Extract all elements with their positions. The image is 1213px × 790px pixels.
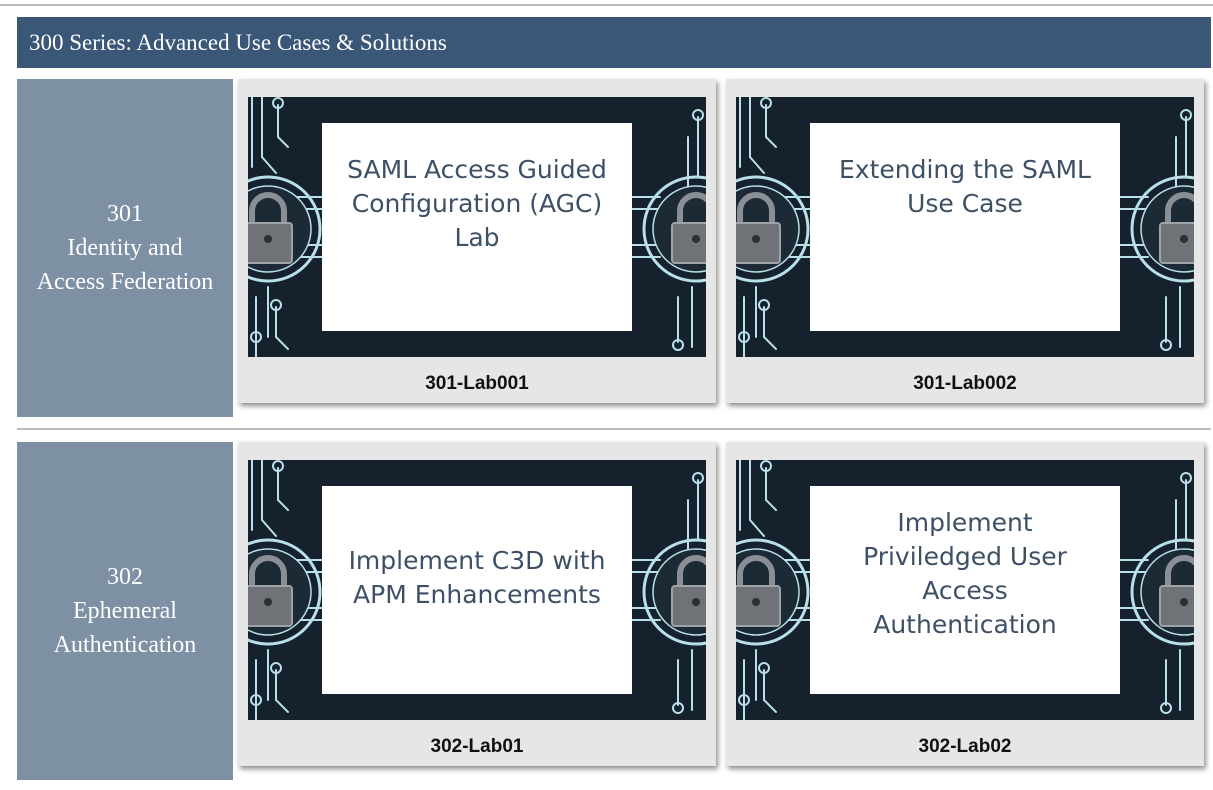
slide-title-line: Priviledged User (863, 542, 1067, 571)
circuit-trace (749, 460, 765, 537)
lab-caption-link[interactable]: 302-Lab02 (726, 736, 1204, 758)
slide-title-line: Use Case (907, 189, 1023, 218)
slide-title-line: Configuration (AGC) (351, 189, 603, 218)
circuit-trace (277, 467, 289, 511)
padlock-icon (642, 175, 706, 283)
circuit-trace (261, 97, 277, 174)
slide-title: SAML Access Guided Configuration (AGC) L… (322, 123, 632, 331)
course-name-line2: Access Federation (36, 269, 214, 295)
padlock-icon (1130, 538, 1194, 646)
circuit-trace (275, 306, 289, 350)
lab-thumbnail[interactable]: SAML Access Guided Configuration (AGC) L… (248, 97, 706, 357)
circuit-trace (749, 97, 765, 174)
lab-caption-link[interactable]: 302-Lab01 (238, 736, 716, 758)
course-name-line1: Ephemeral (73, 598, 177, 624)
padlock-icon (1130, 175, 1194, 283)
course-row-301: 301 Identity and Access Federation SAML … (17, 79, 1211, 417)
padlock-icon (736, 175, 810, 283)
lab-card-301-lab001[interactable]: SAML Access Guided Configuration (AGC) L… (238, 79, 716, 403)
lab-thumbnail[interactable]: Implement C3D with APM Enhancements (248, 460, 706, 720)
padlock-icon (642, 538, 706, 646)
lab-thumbnail[interactable]: Extending the SAML Use Case (736, 97, 1194, 357)
slide-title-line: APM Enhancements (353, 580, 601, 609)
course-name-line2: Authentication (53, 632, 197, 658)
slide-title-line: Implement C3D with (348, 546, 606, 575)
circuit-trace (763, 669, 777, 713)
slide-title-line: Lab (454, 223, 500, 252)
lab-caption-link[interactable]: 301-Lab001 (238, 373, 716, 395)
circuit-trace (765, 467, 777, 511)
circuit-trace (765, 104, 777, 148)
circuit-trace (261, 460, 277, 537)
slide-title-line: SAML Access Guided (347, 155, 607, 184)
lab-thumbnail[interactable]: Implement Priviledged User Access Authen… (736, 460, 1194, 720)
course-name-line1: Identity and (67, 235, 183, 261)
series-title: 300 Series: Advanced Use Cases & Solutio… (29, 29, 447, 55)
series-header: 300 Series: Advanced Use Cases & Solutio… (17, 17, 1211, 68)
slide-title: Implement Priviledged User Access Authen… (810, 486, 1120, 694)
circuit-trace (275, 669, 289, 713)
course-number: 301 (107, 201, 143, 227)
padlock-icon (248, 538, 322, 646)
padlock-icon (736, 538, 810, 646)
circuit-trace (763, 306, 777, 350)
slide-title: Extending the SAML Use Case (810, 123, 1120, 331)
lab-card-301-lab002[interactable]: Extending the SAML Use Case 301-Lab002 (726, 79, 1204, 403)
slide-title-line: Authentication (873, 610, 1057, 639)
slide-title-line: Access (922, 576, 1008, 605)
circuit-trace (277, 104, 289, 148)
slide-title-line: Extending the SAML (838, 155, 1091, 184)
lab-card-302-lab01[interactable]: Implement C3D with APM Enhancements 302-… (238, 442, 716, 766)
slide-title: Implement C3D with APM Enhancements (322, 486, 632, 694)
course-label-302: 302 Ephemeral Authentication (17, 442, 233, 780)
slide-title-line: Implement (897, 508, 1033, 537)
lab-caption-link[interactable]: 301-Lab002 (726, 373, 1204, 395)
padlock-icon (248, 175, 322, 283)
course-number: 302 (107, 564, 143, 590)
row-divider (17, 428, 1211, 430)
course-label-301: 301 Identity and Access Federation (17, 79, 233, 417)
course-row-302: 302 Ephemeral Authentication Implement C… (17, 442, 1211, 780)
lab-card-302-lab02[interactable]: Implement Priviledged User Access Authen… (726, 442, 1204, 766)
top-divider (0, 4, 1213, 6)
